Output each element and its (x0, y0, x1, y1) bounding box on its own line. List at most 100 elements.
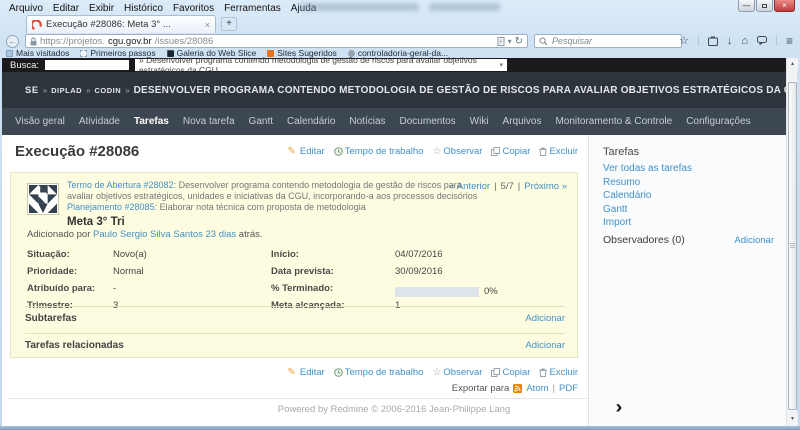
background-window-title-blur (300, 3, 500, 11)
sidebar-tarefas-title: Tarefas (603, 146, 639, 158)
log-time-link[interactable]: Tempo de trabalho (345, 146, 424, 157)
export-separator: | (553, 383, 555, 394)
tab-wiki[interactable]: Wiki (470, 116, 489, 127)
watch-link[interactable]: Observar (443, 367, 482, 378)
parent-issue-text: : Elaborar nota técnica com proposta de … (155, 202, 366, 212)
sidebar-collapse-icon[interactable]: › (616, 397, 623, 418)
watch-link[interactable]: Observar (443, 146, 482, 157)
attr-label-situacao: Situação: (27, 249, 113, 266)
delete-link[interactable]: Excluir (549, 146, 578, 157)
scroll-down-arrow[interactable]: ▾ (787, 413, 798, 426)
scroll-up-arrow[interactable]: ▴ (787, 58, 798, 71)
parent-issue-link[interactable]: Planejamento #28085 (67, 202, 155, 212)
close-button[interactable]: × (774, 0, 795, 12)
copy-link[interactable]: Copiar (502, 146, 530, 157)
sidebar-link-gantt[interactable]: Gantt (603, 203, 692, 217)
redmine-favicon (32, 20, 42, 30)
reload-icon[interactable]: ↻ (515, 36, 523, 47)
menu-ferramentas[interactable]: Ferramentas (219, 3, 286, 14)
edit-link[interactable]: Editar (300, 146, 325, 157)
urlbar-dropdown-icon[interactable]: ▾ (508, 37, 512, 46)
tab-close-icon[interactable]: × (205, 20, 210, 30)
menu-arquivo[interactable]: Arquivo (4, 3, 48, 14)
log-time-link[interactable]: Tempo de trabalho (345, 367, 424, 378)
progress-percent: 0% (484, 286, 498, 297)
watchers-add-link[interactable]: Adicionar (734, 235, 774, 246)
menu-historico[interactable]: Histórico (119, 3, 168, 14)
bookmark-star-icon[interactable]: ☆ (679, 34, 689, 47)
tab-visao-geral[interactable]: Visão geral (15, 116, 65, 127)
search-icon (539, 37, 548, 46)
url-domain: cgu.gov.br (108, 36, 152, 47)
browser-tab[interactable]: Execução #28086: Meta 3° ... × (26, 15, 216, 33)
tab-configuracoes[interactable]: Configurações (686, 116, 750, 127)
edit-link[interactable]: Editar (300, 367, 325, 378)
search-box[interactable]: Pesquisar (534, 34, 682, 48)
tab-calendario[interactable]: Calendário (287, 116, 335, 127)
menu-favoritos[interactable]: Favoritos (168, 3, 219, 14)
copy-link[interactable]: Copiar (502, 367, 530, 378)
tab-arquivos[interactable]: Arquivos (503, 116, 542, 127)
home-icon[interactable]: ⌂ (741, 35, 748, 47)
sidebar-links: Ver todas as tarefas Resumo Calendário G… (603, 162, 692, 230)
menu-exibir[interactable]: Exibir (84, 3, 119, 14)
new-tab-button[interactable]: + (221, 17, 237, 31)
export-atom-link[interactable]: Atom (526, 383, 548, 394)
sidebar-link-calendario[interactable]: Calendário (603, 189, 692, 203)
toolbar-icons: ☆ ↓ ⌂ ≡ (679, 33, 792, 48)
footer-text: Powered by Redmine © 2006-2016 Jean-Phil… (2, 404, 786, 415)
related-issues-title: Tarefas relacionadas (25, 340, 124, 351)
sidebar-link-resumo[interactable]: Resumo (603, 176, 692, 190)
tab-monitoramento[interactable]: Monitoramento & Controle (555, 116, 672, 127)
sidebar-link-import[interactable]: Import (603, 216, 692, 230)
window-bottom-border (0, 426, 800, 430)
back-button[interactable]: ← (6, 35, 19, 48)
age-link[interactable]: 23 dias (206, 229, 237, 240)
bookmarks-panel-icon[interactable] (708, 36, 718, 46)
scrollbar-thumb[interactable] (788, 82, 797, 410)
delete-link[interactable]: Excluir (549, 367, 578, 378)
export-pdf-link[interactable]: PDF (559, 383, 578, 394)
attr-label-inicio: Início: (271, 249, 395, 266)
author-link[interactable]: Paulo Sergio Silva Santos (93, 229, 203, 240)
subtasks-add-link[interactable]: Adicionar (525, 313, 565, 324)
clock-icon (334, 147, 343, 156)
hamburger-menu-icon[interactable]: ≡ (786, 34, 792, 48)
browser-menu-bar: Arquivo Editar Exibir Histórico Favorito… (4, 1, 321, 15)
export-label: Exportar para (452, 383, 510, 394)
breadcrumb-codin[interactable]: CODIN (95, 86, 122, 95)
breadcrumb-se[interactable]: SE (25, 85, 39, 96)
vertical-scrollbar[interactable]: ▴ ▾ (786, 58, 797, 426)
watch-icon: ☆ (432, 367, 441, 378)
busca-input[interactable] (45, 60, 129, 70)
tab-tarefas[interactable]: Tarefas (134, 116, 169, 127)
project-jump-select[interactable]: » Desenvolver programa contendo metodolo… (135, 59, 507, 71)
breadcrumb-diplad[interactable]: DIPLAD (51, 86, 82, 95)
next-issue-link[interactable]: Próximo » (524, 181, 567, 192)
tab-nova-tarefa[interactable]: Nova tarefa (183, 116, 235, 127)
tab-gantt[interactable]: Gantt (249, 116, 273, 127)
bookmark-mais-visitados[interactable]: Mais visitados (6, 48, 69, 58)
tab-noticias[interactable]: Notícias (349, 116, 385, 127)
minimize-button[interactable]: — (738, 0, 755, 12)
chat-icon[interactable] (757, 36, 767, 45)
attr-label-atribuido: Atribuído para: (27, 283, 113, 300)
parent-issue-link[interactable]: Termo de Abertura #28082 (67, 180, 174, 190)
clock-icon (334, 368, 343, 377)
related-add-link[interactable]: Adicionar (525, 340, 565, 351)
downloads-icon[interactable]: ↓ (727, 35, 733, 47)
attr-label-prioridade: Prioridade: (27, 266, 113, 283)
address-bar[interactable]: https://projetos.cgu.gov.br/issues/28086… (25, 34, 528, 48)
project-header: SE » DIPLAD » CODIN » DESENVOLVER PROGRA… (2, 72, 786, 108)
menu-editar[interactable]: Editar (48, 3, 84, 14)
page-content: Tarefas Ver todas as tarefas Resumo Cale… (2, 135, 786, 426)
url-subdomain: https://projetos. (40, 36, 105, 47)
issue-author-line: Adicionado por Paulo Sergio Silva Santos… (27, 229, 263, 240)
tab-documentos[interactable]: Documentos (400, 116, 456, 127)
reader-mode-icon[interactable] (497, 37, 505, 46)
tab-atividade[interactable]: Atividade (79, 116, 120, 127)
maximize-button[interactable] (756, 0, 773, 12)
issue-subject: Meta 3° Tri (67, 217, 479, 228)
sidebar-link-ver-todas[interactable]: Ver todas as tarefas (603, 162, 692, 176)
edit-icon: ✎ (288, 367, 296, 378)
